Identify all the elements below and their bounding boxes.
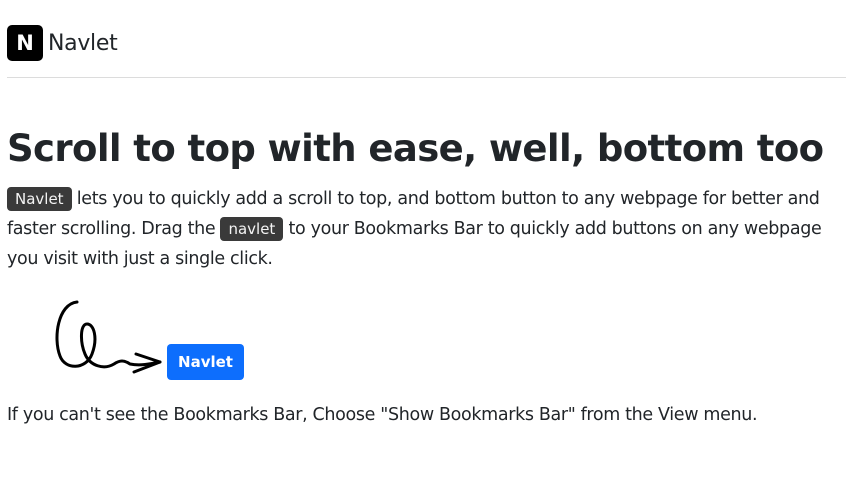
navlet-code-chip: Navlet [7, 187, 72, 211]
page: N Navlet Scroll to top with ease, well, … [0, 0, 846, 477]
n-logo-icon: N [7, 25, 43, 61]
navlet-code-chip-2: navlet [220, 217, 284, 241]
swirl-arrow-icon [55, 300, 162, 374]
bookmarks-bar-hint: If you can't see the Bookmarks Bar, Choo… [7, 405, 758, 425]
navlet-bookmarklet-button[interactable]: Navlet [167, 344, 244, 380]
intro-paragraph: Navlet lets you to quickly add a scroll … [7, 184, 842, 274]
brand-name: Navlet [48, 30, 118, 56]
brand-link[interactable]: N Navlet [7, 25, 118, 61]
page-title: Scroll to top with ease, well, bottom to… [7, 127, 824, 170]
navbar: N Navlet [7, 0, 846, 78]
